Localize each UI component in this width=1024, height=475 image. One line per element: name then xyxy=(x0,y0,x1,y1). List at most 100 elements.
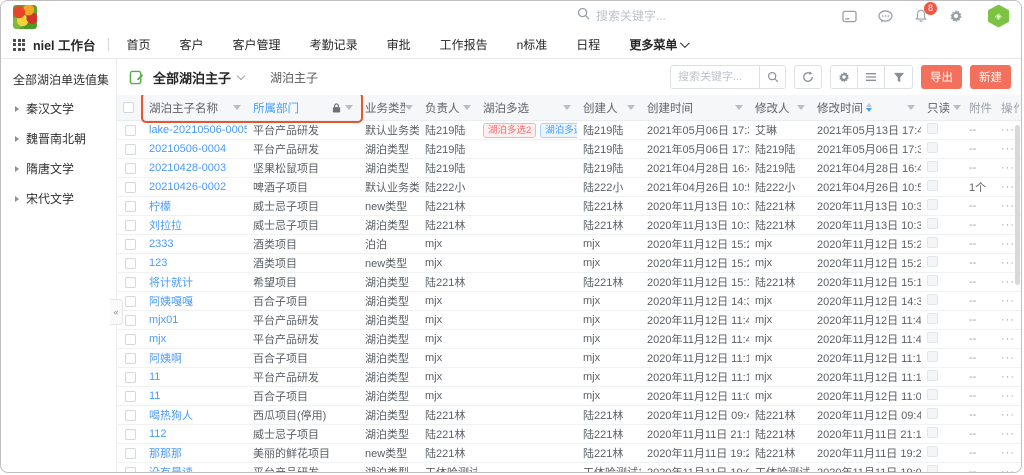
readonly-checkbox[interactable] xyxy=(927,237,938,248)
row-checkbox[interactable] xyxy=(125,277,136,288)
row-name-link[interactable]: 刘拉拉 xyxy=(149,220,182,232)
row-actions-button[interactable]: ··· xyxy=(995,390,1021,402)
table-row[interactable]: 2333 酒类项目 泊泊 mjx mjx 2020年11月12日 15:25 m… xyxy=(117,235,1021,254)
sidebar-collapse-handle[interactable]: « xyxy=(110,299,123,325)
column-header[interactable]: 修改人 xyxy=(749,95,811,120)
readonly-checkbox[interactable] xyxy=(927,275,938,286)
column-filter-icon[interactable] xyxy=(735,105,743,110)
column-filter-icon[interactable] xyxy=(463,105,471,110)
row-actions-button[interactable]: ··· xyxy=(995,466,1021,473)
table-row[interactable]: 那那那 美丽的鲜花项目 new类型 陆221林 陆221林 2020年11月11… xyxy=(117,444,1021,463)
table-row[interactable]: 112 威士忌子项目 湖泊类型 陆221林 陆221林 2020年11月11日 … xyxy=(117,425,1021,444)
row-checkbox[interactable] xyxy=(125,220,136,231)
column-header[interactable]: 附件 xyxy=(967,95,995,120)
row-name-link[interactable]: 那那那 xyxy=(149,448,182,460)
table-row[interactable]: 刘拉拉 威士忌子项目 湖泊类型 陆221林 陆221林 2020年11月13日 … xyxy=(117,216,1021,235)
user-avatar[interactable]: ◈ xyxy=(988,5,1009,28)
settings-gear-icon[interactable] xyxy=(949,9,963,23)
row-checkbox[interactable] xyxy=(125,144,136,155)
card-icon[interactable] xyxy=(842,10,857,23)
readonly-checkbox[interactable] xyxy=(927,389,938,400)
row-name-link[interactable]: 20210506-0004 xyxy=(149,143,226,155)
sort-icon[interactable] xyxy=(866,103,872,112)
sidebar-tree-item[interactable]: 隋唐文学 xyxy=(15,160,116,177)
table-row[interactable]: 阿姨啊 百合子项目 湖泊类型 mjx mjx 2020年11月12日 11:16… xyxy=(117,349,1021,368)
table-row[interactable]: lake-20210506-0005 平台产品研发 默认业务类型 陆219陆 湖… xyxy=(117,121,1021,140)
tree-expand-arrow-icon[interactable] xyxy=(15,196,19,202)
select-all-checkbox[interactable] xyxy=(123,102,134,113)
notifications-bell-icon[interactable]: 8 xyxy=(914,9,928,23)
column-filter-icon[interactable] xyxy=(797,105,805,110)
row-checkbox[interactable] xyxy=(125,239,136,250)
table-search-button[interactable] xyxy=(759,65,785,89)
column-header[interactable]: 操作 xyxy=(995,95,1021,120)
table-row[interactable]: 柠檬 威士忌子项目 new类型 陆221林 陆221林 2020年11月13日 … xyxy=(117,197,1021,216)
readonly-checkbox[interactable] xyxy=(927,199,938,210)
readonly-checkbox[interactable] xyxy=(927,161,938,172)
column-filter-icon[interactable] xyxy=(345,105,353,110)
row-checkbox[interactable] xyxy=(125,182,136,193)
row-name-link[interactable]: mjx01 xyxy=(149,314,178,326)
row-name-link[interactable]: lake-20210506-0005 xyxy=(149,124,247,136)
readonly-checkbox[interactable] xyxy=(927,123,938,134)
app-logo[interactable] xyxy=(13,5,37,29)
nav-item[interactable]: 工作报告 xyxy=(440,36,488,53)
readonly-checkbox[interactable] xyxy=(927,370,938,381)
row-actions-button[interactable]: ··· xyxy=(995,314,1021,326)
row-actions-button[interactable]: ··· xyxy=(995,428,1021,440)
readonly-checkbox[interactable] xyxy=(927,446,938,457)
table-row[interactable]: 11 百合子项目 湖泊类型 mjx mjx 2020年11月12日 11:04 … xyxy=(117,387,1021,406)
column-header[interactable]: 湖泊主子名称 xyxy=(143,95,247,120)
table-row[interactable]: mjx 平台产品研发 湖泊类型 mjx mjx 2020年11月12日 11:4… xyxy=(117,330,1021,349)
sidebar-tree-item[interactable]: 魏晋南北朝 xyxy=(15,130,116,147)
table-search[interactable] xyxy=(670,65,786,89)
column-header[interactable]: 业务类型 xyxy=(359,95,419,120)
table-row[interactable]: 阿姨嘎嘎 百合子项目 湖泊类型 mjx mjx 2020年11月12日 14:3… xyxy=(117,292,1021,311)
nav-item[interactable]: 审批 xyxy=(387,36,411,53)
row-name-link[interactable]: 没有晨读 xyxy=(149,467,193,473)
row-name-link[interactable]: 20210426-0002 xyxy=(149,181,226,193)
column-header[interactable]: 负责人 xyxy=(419,95,477,120)
readonly-checkbox[interactable] xyxy=(927,313,938,324)
row-name-link[interactable]: 阿姨嘎嘎 xyxy=(149,296,193,308)
column-filter-icon[interactable] xyxy=(627,105,635,110)
nav-more-menu[interactable]: 更多菜单 xyxy=(629,36,687,53)
column-filter-icon[interactable] xyxy=(405,105,413,110)
column-header[interactable]: 创建时间 xyxy=(641,95,749,120)
nav-item[interactable]: 客户管理 xyxy=(233,36,281,53)
nav-item[interactable]: 考勤记录 xyxy=(310,36,358,53)
row-checkbox[interactable] xyxy=(125,334,136,345)
column-settings-gear-icon[interactable] xyxy=(831,66,858,88)
readonly-checkbox[interactable] xyxy=(927,427,938,438)
row-name-link[interactable]: mjx xyxy=(149,333,166,345)
column-filter-icon[interactable] xyxy=(953,105,961,110)
row-actions-button[interactable]: ··· xyxy=(995,333,1021,345)
row-actions-button[interactable]: ··· xyxy=(995,409,1021,421)
row-actions-button[interactable]: ··· xyxy=(995,352,1021,364)
row-checkbox[interactable] xyxy=(125,353,136,364)
readonly-checkbox[interactable] xyxy=(927,465,938,473)
row-checkbox[interactable] xyxy=(125,448,136,459)
table-row[interactable]: mjx01 平台产品研发 湖泊类型 mjx mjx 2020年11月12日 11… xyxy=(117,311,1021,330)
nav-item[interactable]: n标准 xyxy=(517,36,548,53)
row-actions-button[interactable]: ··· xyxy=(995,371,1021,383)
row-checkbox[interactable] xyxy=(125,201,136,212)
table-row[interactable]: 喝热狗人 西瓜项目(停用) 湖泊类型 陆221林 陆221林 2020年11月1… xyxy=(117,406,1021,425)
row-name-link[interactable]: 柠檬 xyxy=(149,201,171,213)
table-row[interactable]: 20210428-0003 坚果松鼠项目 湖泊类型 陆219陆 陆219陆 20… xyxy=(117,159,1021,178)
column-header[interactable]: 只读 xyxy=(921,95,967,120)
create-button[interactable]: 新建 xyxy=(970,65,1011,89)
readonly-checkbox[interactable] xyxy=(927,218,938,229)
list-view-icon[interactable] xyxy=(858,66,885,88)
table-row[interactable]: 将计就计 希望项目 湖泊类型 陆221林 陆221林 2020年11月12日 1… xyxy=(117,273,1021,292)
readonly-checkbox[interactable] xyxy=(927,294,938,305)
row-name-link[interactable]: 11 xyxy=(149,390,160,402)
row-name-link[interactable]: 喝热狗人 xyxy=(149,410,193,422)
nav-item[interactable]: 日程 xyxy=(576,36,600,53)
row-checkbox[interactable] xyxy=(125,296,136,307)
row-name-link[interactable]: 20210428-0003 xyxy=(149,162,226,174)
row-actions-button[interactable]: ··· xyxy=(995,447,1021,459)
row-actions-button[interactable]: ··· xyxy=(995,295,1021,307)
view-subtitle-tab[interactable]: 湖泊主子 xyxy=(270,69,318,86)
column-header[interactable] xyxy=(117,95,143,120)
